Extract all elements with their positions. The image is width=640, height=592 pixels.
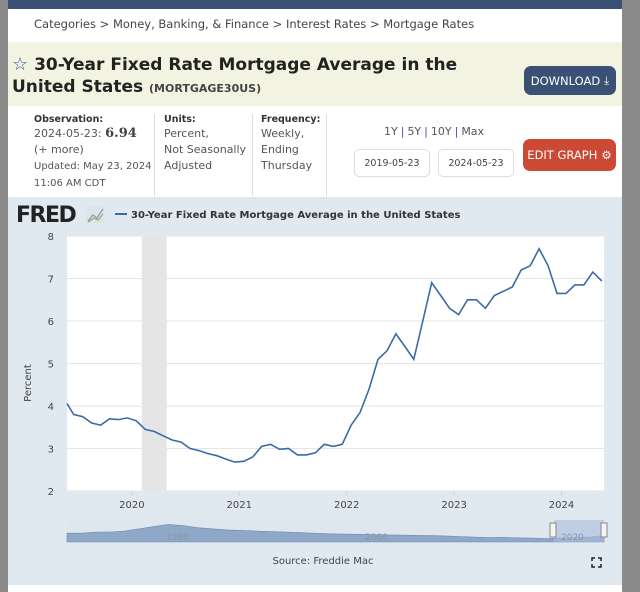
navigator-right-handle[interactable] bbox=[600, 522, 608, 538]
observation-label: Observation: bbox=[34, 114, 104, 125]
navigator-left-handle[interactable] bbox=[549, 522, 557, 538]
y-axis-label: Percent bbox=[23, 364, 34, 402]
download-button[interactable]: DOWNLOAD ⤓ bbox=[524, 66, 616, 95]
legend-label: 30-Year Fixed Rate Mortgage Average in t… bbox=[131, 210, 460, 221]
range-5y[interactable]: 5Y bbox=[407, 125, 421, 138]
divider bbox=[154, 114, 155, 196]
units-block: Units: Percent, Not Seasonally Adjusted bbox=[164, 114, 246, 174]
navigator[interactable]: 1980 2000 2020 bbox=[66, 520, 608, 543]
more-link[interactable]: (+ more) bbox=[34, 143, 84, 156]
navigator-label: 2020 bbox=[561, 533, 584, 543]
chart: FRED 30-Year Fixed Rate Mortgage Average… bbox=[16, 203, 608, 568]
units-line: Not Seasonally bbox=[164, 143, 247, 156]
divider bbox=[326, 114, 327, 196]
range-selector: 1Y | 5Y | 10Y | Max bbox=[384, 125, 485, 138]
fred-logo: FRED bbox=[16, 203, 76, 228]
units-label: Units: bbox=[164, 114, 196, 125]
frequency-label: Frequency: bbox=[261, 114, 321, 125]
divider bbox=[252, 114, 253, 196]
breadcrumb-categories[interactable]: Categories bbox=[34, 17, 96, 31]
breadcrumb-money-banking[interactable]: Money, Banking, & Finance bbox=[113, 17, 269, 31]
navigator-label: 1980 bbox=[166, 533, 189, 543]
edit-graph-label: EDIT GRAPH bbox=[527, 148, 598, 162]
frequency-line: Ending bbox=[261, 143, 299, 156]
breadcrumb: Categories > Money, Banking, & Finance >… bbox=[34, 17, 475, 31]
page-title: ☆ 30-Year Fixed Rate Mortgage Average in… bbox=[12, 54, 517, 100]
x-tick-label: 2022 bbox=[334, 500, 359, 511]
y-tick-label: 7 bbox=[48, 275, 54, 286]
units-line: Adjusted bbox=[164, 159, 213, 172]
range-max[interactable]: Max bbox=[461, 125, 484, 138]
observation-value: 6.94 bbox=[105, 126, 137, 141]
y-tick-label: 8 bbox=[48, 232, 54, 243]
source-text: Source: Freddie Mac bbox=[272, 556, 373, 567]
download-label: DOWNLOAD bbox=[530, 73, 601, 88]
star-icon[interactable]: ☆ bbox=[12, 54, 28, 75]
y-tick-label: 3 bbox=[48, 445, 54, 456]
title-band: ☆ 30-Year Fixed Rate Mortgage Average in… bbox=[8, 42, 622, 106]
breadcrumb-interest-rates[interactable]: Interest Rates bbox=[286, 17, 366, 31]
gear-icon: ⚙ bbox=[601, 148, 612, 162]
x-tick-label: 2021 bbox=[227, 500, 252, 511]
chart-panel: FRED 30-Year Fixed Rate Mortgage Average… bbox=[8, 197, 622, 585]
start-date-input[interactable]: 2019-05-23 bbox=[354, 149, 430, 177]
range-10y[interactable]: 10Y bbox=[431, 125, 452, 138]
updated-time: 11:06 AM CDT bbox=[34, 178, 106, 189]
updated-date: Updated: May 23, 2024 bbox=[34, 161, 152, 172]
fred-chart-icon bbox=[86, 206, 104, 223]
x-tick-label: 2020 bbox=[119, 500, 144, 511]
frequency-line: Weekly, bbox=[261, 127, 305, 140]
observation-block: Observation: 2024-05-23: 6.94 (+ more) U… bbox=[34, 114, 152, 192]
page: Categories > Money, Banking, & Finance >… bbox=[8, 0, 622, 592]
top-nav-bar bbox=[8, 0, 622, 9]
frequency-line: Thursday bbox=[261, 159, 313, 172]
y-tick-label: 6 bbox=[48, 317, 54, 328]
range-1y[interactable]: 1Y bbox=[384, 125, 398, 138]
breadcrumb-mortgage-rates[interactable]: Mortgage Rates bbox=[383, 17, 474, 31]
x-tick-label: 2023 bbox=[441, 500, 466, 511]
fullscreen-icon[interactable] bbox=[591, 557, 602, 568]
end-date-input[interactable]: 2024-05-23 bbox=[438, 149, 514, 177]
units-line: Percent, bbox=[164, 127, 209, 140]
y-tick-label: 4 bbox=[48, 402, 54, 413]
download-icon: ⤓ bbox=[604, 73, 610, 87]
frequency-block: Frequency: Weekly, Ending Thursday bbox=[261, 114, 320, 174]
series-id: (MORTGAGE30US) bbox=[149, 82, 262, 95]
edit-graph-button[interactable]: EDIT GRAPH ⚙ bbox=[523, 139, 616, 171]
y-tick-label: 5 bbox=[48, 360, 54, 371]
navigator-label: 2000 bbox=[365, 533, 388, 543]
y-tick-label: 2 bbox=[48, 487, 54, 498]
observation-date: 2024-05-23: bbox=[34, 127, 102, 140]
x-tick-label: 2024 bbox=[549, 500, 574, 511]
